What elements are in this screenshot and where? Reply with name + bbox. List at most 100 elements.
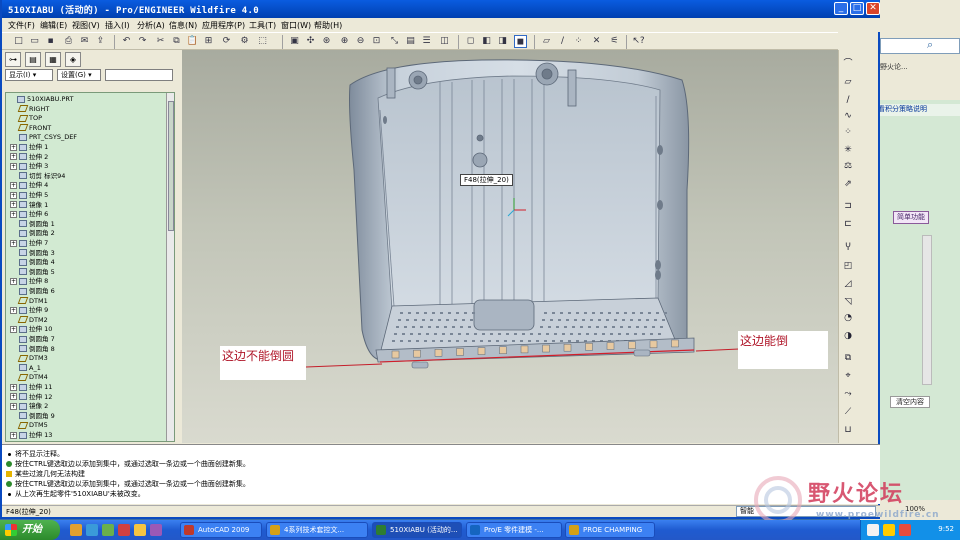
copy-icon[interactable]: ⧉	[170, 35, 183, 48]
view-manager-icon[interactable]: ◫	[438, 35, 451, 48]
context-help-icon[interactable]: ↖?	[632, 35, 645, 48]
draft-tool-icon[interactable]: ⌖	[841, 370, 855, 383]
expand-toggle-icon[interactable]: +	[10, 393, 17, 401]
tree-node[interactable]: +倒圆角 6	[10, 287, 55, 297]
tree-node[interactable]: +倒圆角 7	[10, 335, 55, 345]
maximize-button[interactable]: □	[850, 2, 864, 15]
points-strategy-link[interactable]: 看积分策略说明	[878, 104, 960, 116]
chamfer-tool-icon[interactable]: ⧉	[841, 352, 855, 365]
undo-icon[interactable]: ↶	[120, 35, 133, 48]
tree-node[interactable]: +PRT_CSYS_DEF	[10, 133, 77, 143]
tree-node[interactable]: +DTM1	[10, 297, 48, 307]
tree-node[interactable]: +A_1	[10, 364, 41, 374]
clear-content-button[interactable]: 清空内容	[890, 396, 930, 408]
revolve-tool-icon[interactable]: ◰	[841, 260, 855, 273]
expand-toggle-icon[interactable]: +	[10, 162, 17, 170]
tree-node[interactable]: +倒圆角 2	[10, 229, 55, 239]
regenerate-icon[interactable]: ⟳	[220, 35, 233, 48]
menu-window[interactable]: 窗口(W)	[281, 20, 311, 31]
sketch-tool-icon[interactable]: ⌒	[841, 58, 855, 71]
menu-info[interactable]: 信息(N)	[169, 20, 197, 31]
sketched-curve-icon[interactable]: ⊐	[841, 200, 855, 213]
title-bar[interactable]: 510XIABU (活动的) - Pro/ENGINEER Wildfire 4…	[2, 0, 880, 18]
refit-icon[interactable]: ⊡	[370, 35, 383, 48]
expand-toggle-icon[interactable]: +	[10, 143, 17, 151]
redo-icon[interactable]: ↷	[136, 35, 149, 48]
tree-filter-field[interactable]	[105, 69, 173, 81]
datum-points-icon[interactable]: ⁘	[572, 35, 585, 48]
analysis-tool-icon[interactable]: ⚖	[841, 160, 855, 173]
sweep-tool-icon[interactable]: ◿	[841, 278, 855, 291]
layers-icon[interactable]: ☰	[420, 35, 433, 48]
pattern-tool-icon[interactable]: ⊏	[841, 218, 855, 231]
tree-node[interactable]: +倒圆角 8	[10, 345, 55, 355]
hole-tool-icon[interactable]: ◔	[841, 312, 855, 325]
datum-planes-icon[interactable]: ▱	[540, 35, 553, 48]
tree-node[interactable]: +DTM4	[10, 373, 48, 383]
graphics-viewport[interactable]: F48(拉伸_20) 这边不能倒圆 这边能倒	[182, 50, 838, 443]
expand-toggle-icon[interactable]: +	[10, 191, 17, 199]
tree-node[interactable]: +切剪 标识94	[10, 172, 65, 182]
expand-toggle-icon[interactable]: +	[10, 210, 17, 218]
minimize-button[interactable]: _	[834, 2, 848, 15]
quicklaunch-app-icon[interactable]	[118, 524, 130, 536]
reorient-icon[interactable]: ⤡	[388, 35, 401, 48]
tree-node[interactable]: + 拉伸 4	[10, 181, 48, 191]
cut-icon[interactable]: ✂	[154, 35, 167, 48]
expand-toggle-icon[interactable]: +	[10, 431, 17, 439]
tab-web[interactable]: ◈	[65, 52, 81, 67]
tree-node[interactable]: + 拉伸 2	[10, 153, 48, 163]
quicklaunch-more-icon[interactable]	[150, 524, 162, 536]
selection-filter-dropdown[interactable]: 智能	[736, 506, 876, 517]
menu-file[interactable]: 文件(F)	[8, 20, 35, 31]
menu-insert[interactable]: 插入(I)	[105, 20, 130, 31]
taskbar-button[interactable]: 510XIABU (活动的...	[372, 522, 462, 538]
tree-node[interactable]: + 镜像 1	[10, 201, 48, 211]
coordinate-systems-icon[interactable]: ✕	[590, 35, 603, 48]
menu-analysis[interactable]: 分析(A)	[137, 20, 165, 31]
settings-dropdown[interactable]: 设置(G) ▾	[57, 69, 101, 81]
tab-favorites[interactable]: ▦	[45, 52, 61, 67]
tree-node[interactable]: +FRONT	[10, 124, 51, 134]
tree-scrollbar[interactable]	[166, 93, 174, 441]
tab-folder-browser[interactable]: ▤	[25, 52, 41, 67]
search-icon[interactable]: ⌕	[927, 38, 933, 52]
spin-center-icon[interactable]: ✣	[304, 35, 317, 48]
expand-toggle-icon[interactable]: +	[10, 153, 17, 161]
repaint-icon[interactable]: ▣	[288, 35, 301, 48]
paste-special-icon[interactable]: ⊞	[202, 35, 215, 48]
zoom-in-icon[interactable]: ⊕	[338, 35, 351, 48]
quicklaunch-folder-icon[interactable]	[134, 524, 146, 536]
regen-manager-icon[interactable]: ⚙	[238, 35, 251, 48]
tree-node[interactable]: + 拉伸 9	[10, 306, 48, 316]
round-tool-icon[interactable]: ◑	[841, 330, 855, 343]
quicklaunch-desktop-icon[interactable]	[86, 524, 98, 536]
shell-tool-icon[interactable]: ⤳	[841, 388, 855, 401]
tree-node[interactable]: + 镜像 2	[10, 402, 48, 412]
expand-toggle-icon[interactable]: +	[10, 239, 17, 247]
new-file-icon[interactable]: □	[12, 35, 25, 48]
tree-node[interactable]: + 拉伸 11	[10, 383, 52, 393]
menu-edit[interactable]: 编辑(E)	[40, 20, 67, 31]
display-dropdown[interactable]: 显示(I) ▾	[5, 69, 53, 81]
tree-node[interactable]: +倒圆角 5	[10, 268, 55, 278]
quicklaunch-ie-icon[interactable]	[70, 524, 82, 536]
expand-toggle-icon[interactable]: +	[10, 383, 17, 391]
hidden-line-icon[interactable]: ◧	[480, 35, 493, 48]
tree-node[interactable]: +TOP	[10, 114, 42, 124]
tree-node[interactable]: + 拉伸 1	[10, 143, 48, 153]
mail-icon[interactable]: ✉	[78, 35, 91, 48]
menu-view[interactable]: 视图(V)	[72, 20, 100, 31]
taskbar-button[interactable]: PROE CHAMPING	[565, 522, 655, 538]
expand-toggle-icon[interactable]: +	[10, 306, 17, 314]
expand-toggle-icon[interactable]: +	[10, 441, 17, 442]
tree-node[interactable]: + 拉伸 5	[10, 191, 48, 201]
part-model-render[interactable]	[182, 50, 838, 443]
tree-node[interactable]: +510XIABU.PRT	[8, 95, 73, 105]
no-hidden-icon[interactable]: ◨	[496, 35, 509, 48]
tree-node[interactable]: +RIGHT	[10, 105, 49, 115]
quicklaunch-media-icon[interactable]	[102, 524, 114, 536]
tree-node[interactable]: +倒圆角 1	[10, 220, 55, 230]
csys-tool-icon[interactable]: ✳	[841, 144, 855, 157]
tree-node[interactable]: + 拉伸 14	[10, 441, 52, 442]
